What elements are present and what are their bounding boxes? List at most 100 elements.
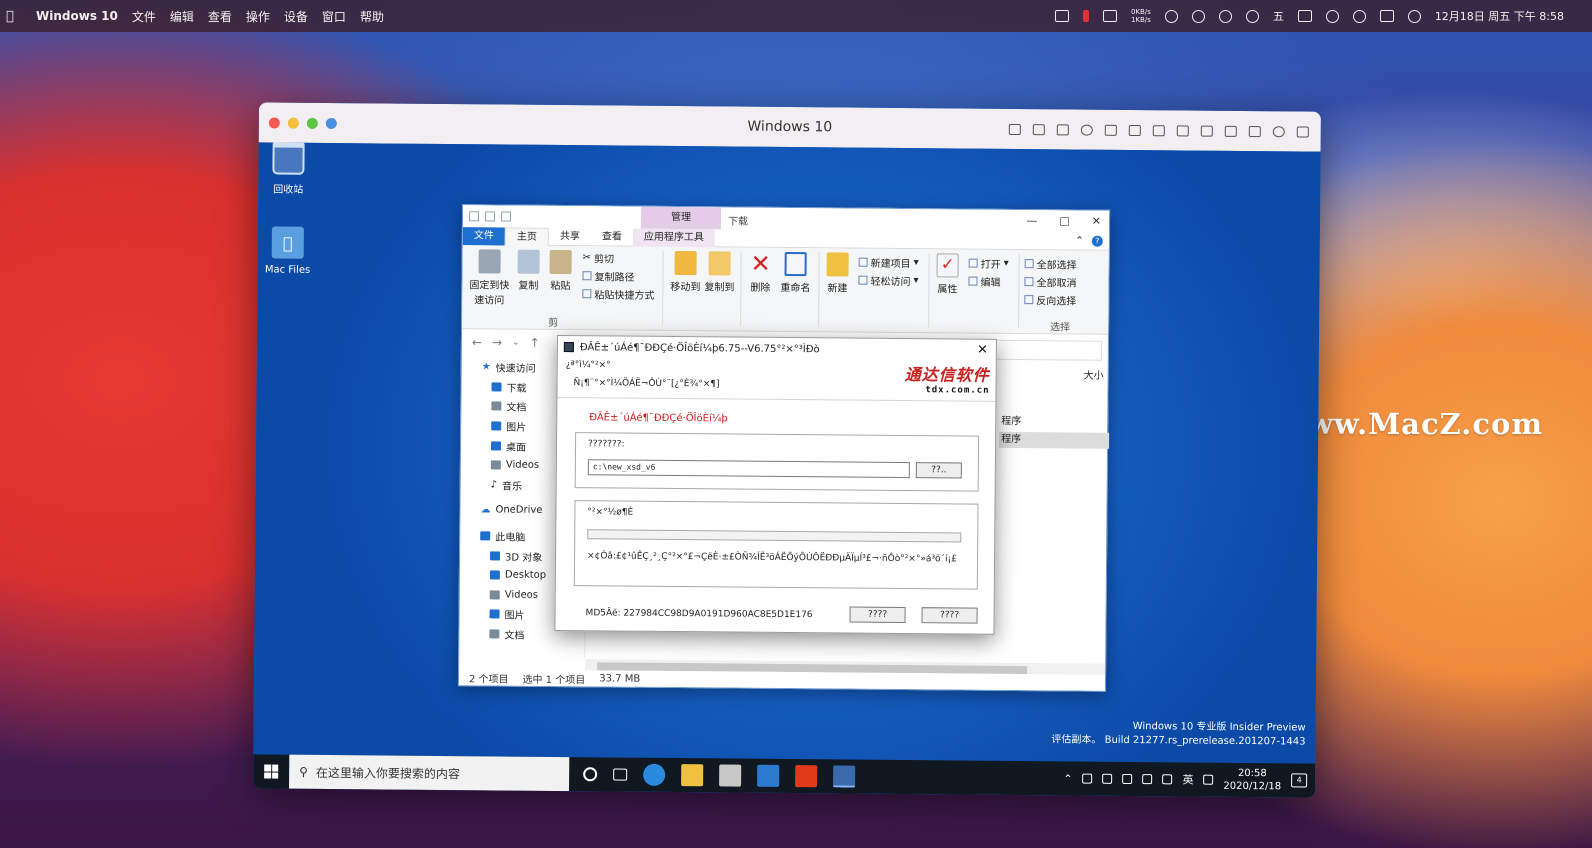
parallels-tray-icon[interactable] bbox=[1082, 773, 1093, 784]
menu-window[interactable]: 窗口 bbox=[322, 8, 346, 25]
copy-path-button[interactable]: 复制路径 bbox=[582, 268, 635, 284]
close-icon[interactable]: ✕ bbox=[977, 343, 988, 358]
close-icon[interactable]: ✕ bbox=[1092, 215, 1101, 228]
menu-file[interactable]: 文件 bbox=[132, 8, 156, 25]
install-button[interactable]: ???? bbox=[849, 606, 906, 624]
mail-icon[interactable] bbox=[757, 764, 780, 787]
new-folder-button[interactable]: 新建 bbox=[822, 252, 852, 295]
parallels-icon[interactable] bbox=[1082, 10, 1089, 22]
new-item-button[interactable]: 新建项目 ▾ bbox=[858, 255, 919, 271]
tab-file[interactable]: 文件 bbox=[462, 226, 505, 246]
install-path-input[interactable]: c:\new_xsd_v6 bbox=[587, 459, 910, 479]
ime-indicator[interactable]: 英 bbox=[1182, 771, 1193, 787]
properties-quick-icon[interactable] bbox=[484, 211, 496, 222]
minimize-icon[interactable]: — bbox=[1026, 214, 1037, 227]
volume-tray-icon[interactable] bbox=[1162, 774, 1173, 785]
battery-icon[interactable] bbox=[1297, 10, 1312, 22]
tab-home[interactable]: 主页 bbox=[504, 227, 549, 246]
office-icon[interactable] bbox=[795, 765, 818, 788]
network-icon[interactable] bbox=[1104, 124, 1117, 136]
start-button[interactable] bbox=[253, 754, 289, 788]
menu-app-name[interactable]: Windows 10 bbox=[36, 9, 118, 23]
cortana-icon[interactable] bbox=[583, 767, 598, 782]
move-to-button[interactable]: 移动到 bbox=[668, 251, 702, 293]
taskbar-search-box[interactable]: ⚲ 在这里输入你要搜索的内容 bbox=[289, 754, 570, 792]
speaker-icon[interactable] bbox=[1128, 124, 1141, 136]
screen-icon[interactable] bbox=[1224, 125, 1237, 137]
fullscreen-icon[interactable] bbox=[1296, 125, 1309, 138]
menu-devices[interactable]: 设备 bbox=[284, 8, 308, 25]
store-icon[interactable] bbox=[719, 764, 742, 787]
properties-button[interactable]: ✓ 属性 bbox=[932, 253, 962, 295]
menu-view[interactable]: 查看 bbox=[208, 8, 232, 25]
show-hidden-icons-chevron-icon[interactable]: ⌃ bbox=[1063, 772, 1072, 785]
copy-to-button[interactable]: 复制到 bbox=[702, 251, 736, 294]
cat-icon[interactable] bbox=[1102, 10, 1117, 22]
menu-actions[interactable]: 操作 bbox=[246, 8, 270, 25]
task-view-icon[interactable] bbox=[613, 768, 628, 781]
paste-button[interactable]: 粘贴 bbox=[546, 249, 574, 292]
network-tray-icon[interactable] bbox=[1142, 774, 1153, 785]
desktop-icon-mac-files[interactable]:  Mac Files bbox=[258, 226, 318, 276]
edit-button[interactable]: 编辑 bbox=[968, 274, 1001, 289]
device-icon[interactable] bbox=[1176, 124, 1189, 136]
spotlight-icon[interactable] bbox=[1352, 9, 1366, 23]
select-none-button[interactable]: 全部取消 bbox=[1024, 274, 1077, 290]
wifi-icon[interactable] bbox=[1325, 9, 1339, 23]
camera-icon[interactable] bbox=[1200, 125, 1213, 137]
copy-button[interactable]: 复制 bbox=[514, 249, 542, 292]
apple-icon[interactable]:  bbox=[6, 9, 26, 24]
keyboard-icon[interactable] bbox=[1008, 123, 1021, 135]
open-button[interactable]: 打开 ▾ bbox=[968, 256, 1009, 271]
easy-access-button[interactable]: 轻松访问 ▾ bbox=[858, 273, 919, 289]
microphone-icon[interactable] bbox=[1152, 124, 1165, 136]
help-icon[interactable]: ? bbox=[1091, 235, 1103, 247]
sharing-icon[interactable] bbox=[1080, 124, 1093, 136]
menu-edit[interactable]: 编辑 bbox=[170, 8, 194, 25]
search-folder-input[interactable] bbox=[991, 339, 1102, 361]
play-icon[interactable] bbox=[1245, 9, 1259, 23]
file-explorer-icon[interactable] bbox=[681, 764, 704, 787]
collapse-ribbon-icon[interactable]: ⌃ bbox=[1075, 236, 1083, 247]
usb-icon[interactable] bbox=[1056, 123, 1069, 135]
network-speed[interactable]: 0KB/s 1KB/s bbox=[1131, 8, 1151, 24]
delete-button[interactable]: ✕ 删除 bbox=[744, 250, 776, 294]
file-row[interactable]: 程序 bbox=[999, 414, 1109, 431]
select-all-button[interactable]: 全部选择 bbox=[1024, 256, 1077, 272]
tab-application-tools[interactable]: 应用程序工具 bbox=[632, 228, 715, 247]
column-header-size[interactable]: 大小 bbox=[1084, 367, 1104, 382]
back-icon[interactable] bbox=[1248, 125, 1261, 137]
paste-shortcut-button[interactable]: 粘贴快捷方式 bbox=[582, 286, 654, 302]
rename-button[interactable]: 重命名 bbox=[778, 251, 812, 294]
file-row-selected[interactable]: 程序 bbox=[999, 431, 1110, 449]
maximize-icon[interactable]: □ bbox=[1059, 214, 1070, 227]
edge-icon[interactable] bbox=[643, 763, 666, 786]
action-center-icon[interactable]: 4 bbox=[1291, 773, 1308, 788]
dropbox-icon[interactable] bbox=[1191, 9, 1205, 23]
microphone-tray-icon[interactable] bbox=[1122, 773, 1133, 785]
desktop-icon-recycle-bin[interactable]: 回收站 bbox=[258, 142, 318, 196]
installer-taskbar-icon[interactable] bbox=[833, 765, 856, 788]
manage-context-tab[interactable]: 管理 bbox=[640, 206, 722, 230]
mail-icon[interactable] bbox=[1054, 10, 1069, 22]
ime-mode-icon[interactable] bbox=[1203, 774, 1214, 785]
new-folder-quick-icon[interactable] bbox=[500, 211, 512, 222]
bolt-icon[interactable] bbox=[1218, 9, 1232, 23]
exit-button[interactable]: ???? bbox=[921, 607, 978, 624]
menubar-clock[interactable]: 12月18日 周五 下午 8:58 bbox=[1435, 8, 1564, 24]
tab-share[interactable]: 共享 bbox=[549, 227, 591, 245]
cut-button[interactable]: ✂ 剪切 bbox=[583, 250, 615, 265]
browse-button[interactable]: ??.. bbox=[915, 462, 962, 479]
gear-icon[interactable] bbox=[1272, 125, 1285, 137]
control-center-icon[interactable] bbox=[1379, 10, 1394, 22]
tab-view[interactable]: 查看 bbox=[591, 228, 633, 246]
invert-selection-button[interactable]: 反向选择 bbox=[1024, 292, 1076, 308]
forward-arrow-icon[interactable]: → bbox=[492, 335, 502, 349]
up-arrow-icon[interactable]: ↑ bbox=[530, 336, 540, 350]
back-arrow-icon[interactable]: ← bbox=[472, 335, 482, 349]
app-icon[interactable] bbox=[1407, 9, 1421, 23]
menu-help[interactable]: 帮助 bbox=[360, 8, 384, 25]
recent-chevron-icon[interactable]: ⌄ bbox=[512, 338, 520, 348]
taskbar-clock[interactable]: 20:58 2020/12/18 bbox=[1223, 767, 1281, 794]
chip-icon[interactable] bbox=[1032, 123, 1045, 135]
